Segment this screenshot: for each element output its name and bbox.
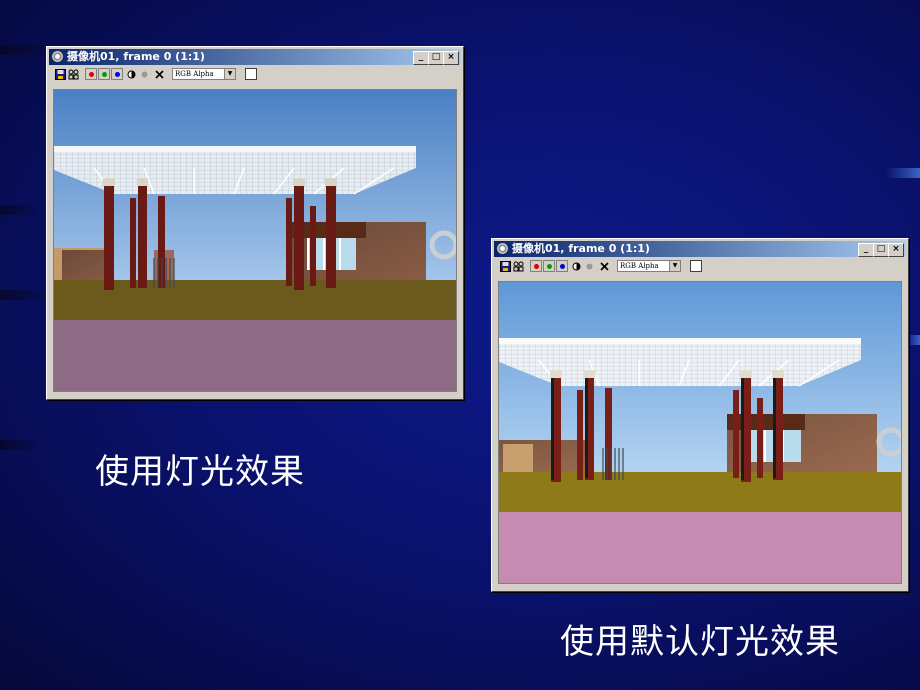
channel-select-value: RGB Alpha xyxy=(175,70,214,78)
red-channel-icon[interactable] xyxy=(85,68,97,80)
background-streak xyxy=(0,440,40,450)
render-toolbar: RGB Alpha ▼ xyxy=(496,260,904,274)
background-streak xyxy=(0,290,50,300)
clear-icon[interactable] xyxy=(154,69,165,80)
channel-select[interactable]: RGB Alpha ▼ xyxy=(172,68,236,80)
render-window-default[interactable]: 摄像机01, frame 0 (1:1) _ □ × RGB Alpha ▼ xyxy=(491,238,909,592)
render-viewport-lit xyxy=(53,89,457,392)
caption-lit: 使用灯光效果 xyxy=(95,452,305,492)
minimize-button[interactable]: _ xyxy=(858,243,874,257)
close-button[interactable]: × xyxy=(443,51,459,65)
background-streak xyxy=(886,168,920,178)
camera-icon xyxy=(52,51,63,62)
close-button[interactable]: × xyxy=(888,243,904,257)
clone-icon[interactable] xyxy=(68,69,79,80)
camera-icon xyxy=(497,243,508,254)
color-swatch[interactable] xyxy=(690,260,702,272)
red-channel-icon[interactable] xyxy=(530,260,542,272)
channel-select[interactable]: RGB Alpha ▼ xyxy=(617,260,681,272)
title-bar[interactable]: 摄像机01, frame 0 (1:1) _ □ × xyxy=(49,49,461,65)
render-toolbar: RGB Alpha ▼ xyxy=(51,68,459,82)
chevron-down-icon: ▼ xyxy=(669,261,680,271)
background-streak xyxy=(0,205,40,215)
render-image-lit xyxy=(54,90,456,391)
green-channel-icon[interactable] xyxy=(543,260,555,272)
clear-icon[interactable] xyxy=(599,261,610,272)
mono-icon[interactable] xyxy=(571,261,582,272)
render-window-lit[interactable]: 摄像机01, frame 0 (1:1) _ □ × RGB Alpha ▼ xyxy=(46,46,464,400)
blue-channel-icon[interactable] xyxy=(556,260,568,272)
green-channel-icon[interactable] xyxy=(98,68,110,80)
maximize-button[interactable]: □ xyxy=(873,243,889,257)
caption-default: 使用默认灯光效果 xyxy=(560,622,840,662)
channel-select-value: RGB Alpha xyxy=(620,262,659,270)
maximize-button[interactable]: □ xyxy=(428,51,444,65)
alpha-icon[interactable] xyxy=(584,261,595,272)
blue-channel-icon[interactable] xyxy=(111,68,123,80)
render-viewport-default xyxy=(498,281,902,584)
clone-icon[interactable] xyxy=(513,261,524,272)
mono-icon[interactable] xyxy=(126,69,137,80)
minimize-button[interactable]: _ xyxy=(413,51,429,65)
window-title: 摄像机01, frame 0 (1:1) xyxy=(512,242,650,255)
color-swatch[interactable] xyxy=(245,68,257,80)
title-bar[interactable]: 摄像机01, frame 0 (1:1) _ □ × xyxy=(494,241,906,257)
alpha-icon[interactable] xyxy=(139,69,150,80)
chevron-down-icon: ▼ xyxy=(224,69,235,79)
window-title: 摄像机01, frame 0 (1:1) xyxy=(67,50,205,63)
save-icon[interactable] xyxy=(500,261,511,272)
save-icon[interactable] xyxy=(55,69,66,80)
render-image-default xyxy=(499,282,901,583)
